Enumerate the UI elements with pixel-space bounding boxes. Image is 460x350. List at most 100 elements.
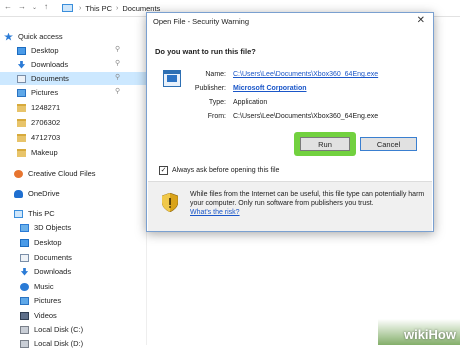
breadcrumb-separator-icon: ›	[116, 4, 119, 12]
always-ask-checkbox[interactable]: ✓ Always ask before opening this file	[159, 166, 279, 175]
application-icon	[163, 70, 181, 87]
folder-icon	[17, 133, 26, 142]
onedrive-icon	[14, 189, 23, 198]
download-icon	[20, 267, 29, 276]
warning-text-block: While files from the Internet can be use…	[190, 190, 426, 217]
sidebar-item-downloads-pc[interactable]: Downloads	[0, 265, 146, 278]
sidebar-item-label: Quick access	[18, 32, 63, 41]
close-icon[interactable]: ✕	[417, 15, 425, 26]
sidebar-item-label: 4712703	[31, 133, 61, 142]
sidebar-item-label: Desktop	[34, 238, 62, 247]
pin-icon[interactable]: ⚲	[115, 74, 120, 81]
sidebar-item-this-pc[interactable]: This PC	[0, 207, 146, 220]
music-icon	[20, 282, 29, 291]
sidebar-item-documents[interactable]: Documents ⚲	[0, 72, 146, 85]
folder-icon	[17, 103, 26, 112]
sidebar-item-label: This PC	[28, 209, 55, 218]
risk-link[interactable]: What's the risk?	[190, 209, 240, 216]
pin-icon[interactable]: ⚲	[115, 46, 120, 53]
creative-cloud-icon	[14, 169, 23, 178]
sidebar-item-label: Downloads	[34, 267, 72, 276]
sidebar-item-label: 2706302	[31, 118, 61, 127]
sidebar-item-videos[interactable]: Videos	[0, 309, 146, 322]
desktop-icon	[20, 238, 29, 247]
forward-arrow-icon[interactable]: →	[18, 2, 26, 11]
sidebar-item-2706302[interactable]: 2706302	[0, 116, 146, 129]
cancel-button[interactable]: Cancel	[360, 137, 417, 151]
checkbox-label: Always ask before opening this file	[172, 167, 280, 174]
dialog-title: Open File - Security Warning	[153, 17, 250, 26]
navigation-pane[interactable]: Quick access Desktop ⚲ Downloads ⚲ Docum…	[0, 17, 150, 348]
dialog-titlebar[interactable]: Open File - Security Warning ✕	[147, 13, 433, 30]
folder-icon	[17, 118, 26, 127]
sidebar-item-label: Local Disk (C:)	[34, 325, 84, 334]
sidebar-item-3d-objects[interactable]: 3D Objects	[0, 221, 146, 234]
disk-icon	[20, 325, 29, 334]
sidebar-item-label: Creative Cloud Files	[28, 169, 96, 178]
pin-icon[interactable]: ⚲	[115, 60, 120, 67]
breadcrumb-separator-icon: ›	[79, 4, 82, 12]
checkmark-icon[interactable]: ✓	[159, 166, 168, 175]
publisher-field: Publisher: Microsoft Corporation	[187, 85, 307, 92]
chevron-down-icon[interactable]: ⌄	[32, 4, 37, 11]
from-key: From:	[207, 113, 226, 120]
videos-icon	[20, 311, 29, 320]
this-pc-icon	[14, 209, 23, 218]
disk-icon	[20, 339, 29, 348]
name-key: Name:	[205, 71, 226, 78]
sidebar-item-downloads[interactable]: Downloads ⚲	[0, 58, 146, 71]
publisher-link[interactable]: Microsoft Corporation	[233, 85, 307, 92]
sidebar-item-creative-cloud[interactable]: Creative Cloud Files	[0, 167, 146, 180]
pictures-icon	[20, 296, 29, 305]
sidebar-item-1248271[interactable]: 1248271	[0, 101, 146, 114]
sidebar-item-onedrive[interactable]: OneDrive	[0, 187, 146, 200]
star-icon	[4, 32, 13, 41]
sidebar-item-desktop-pc[interactable]: Desktop	[0, 236, 146, 249]
documents-icon	[17, 74, 26, 83]
name-link[interactable]: C:\Users\Lee\Documents\Xbox360_64Eng.exe	[233, 71, 378, 78]
sidebar-item-pictures[interactable]: Pictures ⚲	[0, 86, 146, 99]
sidebar-item-label: Videos	[34, 311, 57, 320]
sidebar-item-label: Makeup	[31, 148, 58, 157]
from-value: C:\Users\Lee\Documents\Xbox360_64Eng.exe	[233, 113, 379, 120]
sidebar-item-label: Documents	[31, 74, 69, 83]
warning-panel: While files from the Internet can be use…	[148, 181, 432, 231]
run-button[interactable]: Run	[300, 137, 350, 151]
from-field: From: C:\Users\Lee\Documents\Xbox360_64E…	[187, 113, 378, 120]
warning-text: While files from the Internet can be use…	[190, 191, 425, 207]
sidebar-item-label: OneDrive	[28, 189, 60, 198]
sidebar-item-music[interactable]: Music	[0, 280, 146, 293]
sidebar-item-label: Pictures	[34, 296, 62, 305]
sidebar-item-label: Desktop	[31, 46, 59, 55]
sidebar-item-label: Local Disk (D:)	[34, 339, 84, 348]
documents-icon	[20, 253, 29, 262]
pictures-icon	[17, 88, 26, 97]
objects-3d-icon	[20, 223, 29, 232]
sidebar-item-label: Pictures	[31, 88, 59, 97]
type-key: Type:	[208, 99, 226, 106]
security-warning-dialog: Open File - Security Warning ✕ Do you wa…	[146, 12, 434, 232]
sidebar-item-quick-access[interactable]: Quick access	[0, 30, 150, 43]
breadcrumb-this-pc[interactable]: This PC	[85, 4, 112, 13]
sidebar-item-label: Documents	[34, 253, 72, 262]
sidebar-item-desktop[interactable]: Desktop ⚲	[0, 44, 146, 57]
desktop-icon	[17, 46, 26, 55]
sidebar-item-label: Music	[34, 282, 54, 291]
sidebar-item-documents-pc[interactable]: Documents	[0, 251, 146, 264]
sidebar-item-local-disk-d[interactable]: Local Disk (D:)	[0, 337, 146, 350]
sidebar-item-label: Downloads	[31, 60, 69, 69]
pin-icon[interactable]: ⚲	[115, 88, 120, 95]
type-value: Application	[233, 99, 268, 106]
sidebar-item-pictures-pc[interactable]: Pictures	[0, 294, 146, 307]
watermark-wiki: wiki	[403, 327, 429, 342]
back-arrow-icon[interactable]: ←	[4, 2, 12, 11]
download-icon	[17, 60, 26, 69]
this-pc-icon	[62, 4, 73, 12]
sidebar-item-makeup[interactable]: Makeup	[0, 146, 146, 159]
sidebar-item-local-disk-c[interactable]: Local Disk (C:)	[0, 323, 146, 336]
up-arrow-icon[interactable]: ↑	[44, 2, 48, 11]
folder-icon	[17, 148, 26, 157]
publisher-key: Publisher:	[194, 85, 226, 92]
sidebar-item-4712703[interactable]: 4712703	[0, 131, 146, 144]
type-field: Type: Application	[187, 99, 267, 106]
